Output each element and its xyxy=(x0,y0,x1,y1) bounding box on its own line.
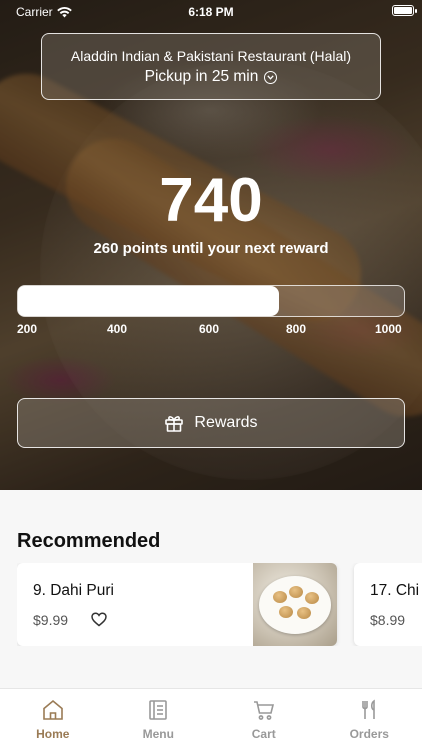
progress-tick-label: 200 xyxy=(17,322,38,336)
pickup-label: Pickup in 25 min xyxy=(144,68,259,85)
tab-cart[interactable]: Cart xyxy=(211,689,317,750)
restaurant-selector[interactable]: Aladdin Indian & Pakistani Restaurant (H… xyxy=(41,33,381,100)
tab-bar: Home Menu Cart Orders xyxy=(0,688,422,750)
progress-tick-label: 1000 xyxy=(375,322,402,336)
tab-label: Menu xyxy=(142,727,174,741)
points-subtitle: 260 points until your next reward xyxy=(93,240,329,257)
points-value: 740 xyxy=(159,166,263,235)
section-title-recommended: Recommended xyxy=(17,530,161,552)
battery-icon xyxy=(392,5,417,16)
tab-label: Cart xyxy=(251,727,276,741)
progress-tick-label: 600 xyxy=(199,322,220,336)
progress-tick-label: 800 xyxy=(286,322,307,336)
recommended-item[interactable]: 9. Dahi Puri $9.99 xyxy=(17,563,337,646)
rewards-progress-bar xyxy=(17,285,405,317)
tab-orders[interactable]: Orders xyxy=(317,689,422,750)
menu-icon xyxy=(149,700,168,720)
item-name: 17. Chi xyxy=(370,582,420,599)
progress-ticks: 200 400 600 800 1000 xyxy=(17,322,407,338)
home-icon xyxy=(42,699,63,720)
tab-home[interactable]: Home xyxy=(0,689,106,750)
hero-banner: Carrier 6:18 PM Aladdin Indian & Pakista… xyxy=(0,0,422,490)
recommended-item[interactable]: 17. Chi $8.99 xyxy=(354,563,422,646)
pickup-time: Pickup in 25 min xyxy=(42,68,380,86)
heart-icon[interactable] xyxy=(91,612,107,627)
cart-icon xyxy=(253,701,274,720)
status-time: 6:18 PM xyxy=(188,5,234,19)
item-image xyxy=(253,563,337,646)
rewards-button[interactable]: Rewards xyxy=(17,398,405,448)
progress-tick-label: 400 xyxy=(107,322,128,336)
status-bar: Carrier 6:18 PM xyxy=(0,0,422,24)
item-price: $9.99 xyxy=(33,612,69,628)
tab-menu[interactable]: Menu xyxy=(106,689,212,750)
tab-label: Home xyxy=(36,727,70,741)
chevron-down-icon xyxy=(264,70,278,84)
tab-label: Orders xyxy=(349,727,389,741)
item-price: $8.99 xyxy=(370,612,406,628)
fork-knife-icon xyxy=(362,699,376,719)
recommended-carousel[interactable]: 9. Dahi Puri $9.99 17. Chi $8.99 xyxy=(17,563,422,646)
item-name: 9. Dahi Puri xyxy=(33,582,114,599)
rewards-button-label: Rewards xyxy=(194,414,258,431)
rewards-progress-fill xyxy=(18,286,279,316)
restaurant-name: Aladdin Indian & Pakistani Restaurant (H… xyxy=(70,48,352,64)
gift-icon xyxy=(165,416,184,432)
